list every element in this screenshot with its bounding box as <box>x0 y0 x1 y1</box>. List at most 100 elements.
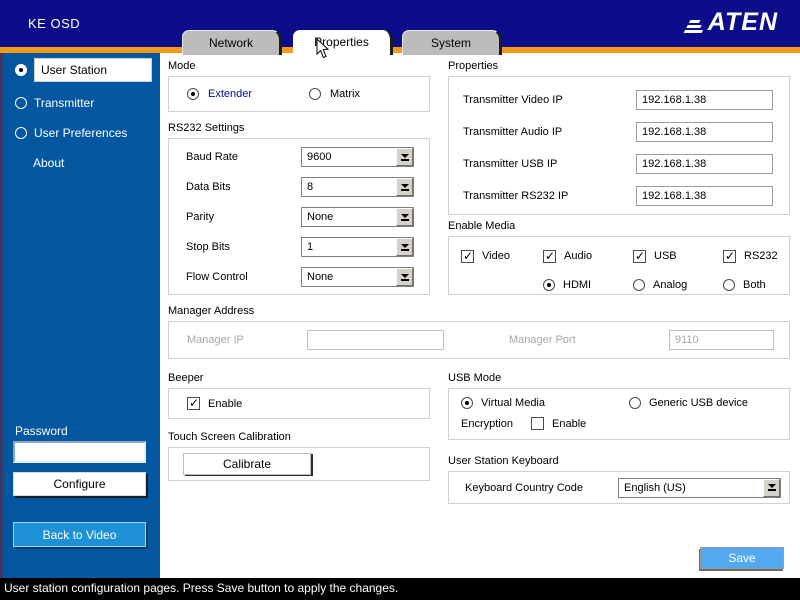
dropdown-arrow-icon[interactable] <box>763 478 780 497</box>
keyboard-section-title: User Station Keyboard <box>448 455 559 467</box>
aten-logo-text: ATEN <box>707 8 778 36</box>
header-bar: KE OSD ATEN <box>0 0 800 47</box>
aten-logo: ATEN <box>683 8 778 37</box>
stop-bits-select[interactable]: 1 <box>301 237 414 257</box>
mode-option-matrix[interactable]: Matrix <box>309 88 360 100</box>
media-usb-label: USB <box>654 250 677 262</box>
sidebar-nav: User Station Transmitter User Preference… <box>3 53 160 173</box>
media-hdmi-label: HDMI <box>563 278 592 291</box>
media-both-label: Both <box>743 278 766 291</box>
beeper-enable-option[interactable]: Enable <box>187 396 243 410</box>
flow-control-select[interactable]: None <box>301 267 414 287</box>
tab-network[interactable]: Network <box>182 30 282 55</box>
mode-option-label: Matrix <box>330 88 360 100</box>
baud-rate-row: Baud Rate 9600 <box>169 142 429 172</box>
dropdown-arrow-icon[interactable] <box>396 178 413 196</box>
transmitter-rs232-ip-label: Transmitter RS232 IP <box>463 190 569 202</box>
dropdown-arrow-icon[interactable] <box>396 238 413 256</box>
transmitter-audio-ip-label: Transmitter Audio IP <box>463 126 563 138</box>
stop-bits-label: Stop Bits <box>186 241 231 253</box>
app-title: KE OSD <box>28 16 81 31</box>
mode-option-extender[interactable]: Extender <box>187 88 309 100</box>
usb-mode-section-title: USB Mode <box>448 372 502 384</box>
media-analog-radio[interactable]: Analog <box>633 275 723 294</box>
sidebar-item-about[interactable]: About <box>3 153 160 173</box>
sidebar-item-user-preferences[interactable]: User Preferences <box>3 123 160 143</box>
tab-network-label: Network <box>208 36 253 50</box>
media-both-radio[interactable]: Both <box>723 275 789 294</box>
dropdown-arrow-icon[interactable] <box>396 268 413 286</box>
password-input[interactable] <box>13 441 146 463</box>
calibrate-button[interactable]: Calibrate <box>183 453 311 475</box>
checkbox-icon <box>187 396 200 410</box>
configure-button[interactable]: Configure <box>13 472 146 496</box>
enable-media-section-title: Enable Media <box>448 220 516 232</box>
mode-option-label: Extender <box>208 88 253 100</box>
radio-icon <box>629 397 641 409</box>
flow-control-row: Flow Control None <box>169 262 429 292</box>
beeper-section-title: Beeper <box>168 372 204 384</box>
baud-rate-select[interactable]: 9600 <box>301 147 414 167</box>
beeper-section: Enable <box>168 388 430 419</box>
media-analog-label: Analog <box>653 278 688 291</box>
data-bits-value: 8 <box>307 181 314 193</box>
radio-icon <box>633 278 645 291</box>
media-hdmi-radio[interactable]: HDMI <box>543 275 633 294</box>
transmitter-usb-ip-input[interactable]: 192.168.1.38 <box>636 154 773 174</box>
virtual-media-radio[interactable]: Virtual Media <box>461 397 545 409</box>
dropdown-arrow-icon[interactable] <box>396 208 413 226</box>
status-text: User station configuration pages. Press … <box>4 581 399 595</box>
parity-label: Parity <box>186 211 215 223</box>
rs232-section: Baud Rate 9600 Data Bits 8 Parity None S… <box>168 138 430 295</box>
stop-bits-row: Stop Bits 1 <box>169 232 429 262</box>
media-audio-checkbox[interactable]: Audio <box>543 246 633 266</box>
keyboard-section: Keyboard Country Code English (US) <box>448 471 790 504</box>
radio-icon <box>543 278 555 291</box>
sidebar-item-transmitter[interactable]: Transmitter <box>3 93 160 113</box>
transmitter-video-ip-input[interactable]: 192.168.1.38 <box>636 90 773 110</box>
manager-port-input: 9110 <box>669 330 774 350</box>
touch-section-title: Touch Screen Calibration <box>168 431 291 443</box>
generic-usb-radio[interactable]: Generic USB device <box>629 397 748 409</box>
transmitter-rs232-ip-input[interactable]: 192.168.1.38 <box>636 186 773 206</box>
stop-bits-value: 1 <box>307 241 314 253</box>
transmitter-audio-ip-input[interactable]: 192.168.1.38 <box>636 122 773 142</box>
keyboard-country-code-label: Keyboard Country Code <box>465 481 584 494</box>
checkbox-icon <box>531 417 544 430</box>
transmitter-audio-ip-row: Transmitter Audio IP 192.168.1.38 <box>449 116 789 148</box>
radio-icon <box>723 278 735 291</box>
media-video-checkbox[interactable]: Video <box>461 246 543 266</box>
media-rs232-checkbox[interactable]: RS232 <box>723 246 789 266</box>
rs232-section-title: RS232 Settings <box>168 122 245 134</box>
radio-icon <box>15 127 27 139</box>
sidebar-item-user-station[interactable]: User Station <box>3 57 160 83</box>
header-divider <box>0 47 800 53</box>
usb-mode-row: Virtual Media Generic USB device <box>461 397 789 409</box>
baud-rate-value: 9600 <box>307 151 332 163</box>
sidebar-item-label: Transmitter <box>34 96 95 110</box>
sidebar-item-label: User Station <box>34 58 152 82</box>
enable-media-section: Video Audio USB RS232 HDMI Analog Both <box>448 236 790 295</box>
data-bits-select[interactable]: 8 <box>301 177 414 197</box>
tab-system[interactable]: System <box>402 30 502 55</box>
usb-mode-section: Virtual Media Generic USB device Encrypt… <box>448 388 790 440</box>
tab-properties[interactable]: Properties <box>293 30 393 55</box>
checkbox-icon <box>461 249 474 263</box>
checkbox-icon <box>723 249 736 263</box>
beeper-enable-label: Enable <box>208 397 243 410</box>
media-usb-checkbox[interactable]: USB <box>633 246 723 266</box>
mode-section: Extender Matrix <box>168 76 430 112</box>
keyboard-country-code-select[interactable]: English (US) <box>618 477 781 498</box>
manager-port-label: Manager Port <box>509 334 576 346</box>
radio-icon <box>461 397 473 409</box>
dropdown-arrow-icon[interactable] <box>396 148 413 166</box>
radio-icon <box>187 88 199 100</box>
transmitter-usb-ip-label: Transmitter USB IP <box>463 158 558 170</box>
back-to-video-button[interactable]: Back to Video <box>13 522 146 547</box>
generic-usb-label: Generic USB device <box>649 397 749 409</box>
encryption-enable-checkbox[interactable]: Enable <box>531 417 586 430</box>
save-button[interactable]: Save <box>700 547 784 569</box>
parity-select[interactable]: None <box>301 207 414 227</box>
tab-system-label: System <box>430 36 471 50</box>
touch-section: Calibrate <box>168 447 430 481</box>
